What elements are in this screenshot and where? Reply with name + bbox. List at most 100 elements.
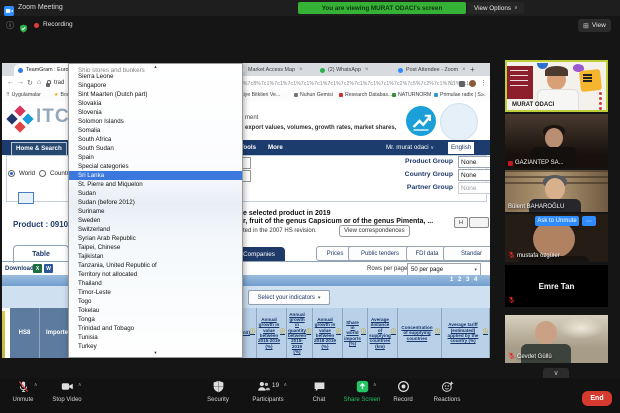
hs-nomenclature-button-2[interactable] — [469, 217, 489, 228]
table-header-cell[interactable]: Average distance of supplying countries … — [368, 308, 398, 358]
toolbar-stop-video-button[interactable]: ∧Stop Video — [44, 381, 90, 403]
link-button-public-tenders[interactable]: Public tenders — [348, 246, 412, 261]
country-option[interactable]: Tanzania, United Republic of — [69, 261, 242, 270]
participant-tile[interactable]: Ask to Unmute⋯mustafa özgüler — [505, 214, 608, 262]
participant-tile[interactable]: GAZIANTEP SA... — [505, 114, 608, 168]
bookmark-item[interactable]: Research Databas... — [339, 92, 392, 98]
country-option[interactable]: Taipei, Chinese — [69, 243, 242, 252]
country-option[interactable]: Tokelau — [69, 306, 242, 315]
info-icon[interactable]: ⓘ — [361, 330, 366, 336]
info-icon[interactable]: ⓘ — [280, 330, 285, 336]
info-icon[interactable]: ⓘ — [483, 330, 488, 336]
country-option[interactable]: Somalia — [69, 126, 242, 135]
info-icon[interactable]: ⓘ — [250, 330, 255, 336]
url-text[interactable]: trad — [54, 80, 64, 86]
more-options-button[interactable]: ⋯ — [582, 216, 596, 226]
bookmark-star-icon[interactable]: ☆ — [448, 79, 454, 87]
toolbar-participants-button[interactable]: 19∧Participants — [245, 381, 291, 403]
table-header-cell[interactable]: HS8 — [10, 308, 40, 358]
browser-menu-icon[interactable]: ⋮ — [480, 79, 487, 87]
table-header-cell[interactable]: Concentration of supplying countries ⓘ — [398, 308, 442, 358]
table-header-cell[interactable]: Annual growth in value between 2018-2019… — [313, 308, 343, 358]
forward-icon[interactable]: → — [17, 79, 24, 86]
encryption-shield-icon[interactable] — [19, 20, 28, 29]
toolbar-security-button[interactable]: Security — [195, 381, 241, 403]
link-button-standar[interactable]: Standar — [443, 246, 490, 261]
country-option[interactable]: Solomon Islands — [69, 117, 242, 126]
bookmark-item[interactable]: ⠿Uygulamalar — [6, 92, 41, 98]
country-option[interactable]: Singapore — [69, 81, 242, 90]
table-header-cell[interactable]: Annual growth in quantity between 2015-2… — [287, 308, 313, 358]
country-option[interactable]: Syrian Arab Republic — [69, 234, 242, 243]
bookmark-item[interactable]: Primulae radix | S... — [434, 92, 485, 98]
tab-close-icon[interactable]: × — [365, 67, 369, 73]
country-option[interactable]: Spain — [69, 153, 242, 162]
hs-nomenclature-button[interactable]: H — [454, 217, 468, 228]
browser-tab[interactable]: Market Access Map× — [236, 64, 320, 76]
info-icon[interactable]: ⓘ — [336, 330, 341, 336]
nav-user-menu[interactable]: Mr. murat odaci ∨ — [386, 144, 434, 151]
tab-close-icon[interactable]: × — [299, 67, 303, 73]
country-option[interactable]: Tonga — [69, 315, 242, 324]
home-icon[interactable]: ⌂ — [37, 79, 41, 86]
table-header-cell[interactable]: Average tariff (estimated) applied by th… — [442, 308, 490, 358]
country-option[interactable]: Togo — [69, 297, 242, 306]
view-correspondences-button[interactable]: View correspondences — [339, 225, 410, 237]
participant-tile[interactable]: Emre Tan — [505, 265, 608, 307]
profile-avatar[interactable] — [469, 80, 476, 87]
country-option[interactable]: Tajikistan — [69, 252, 242, 261]
bookmark-item[interactable]: NATURNORM — [392, 92, 431, 98]
country-option[interactable]: South Africa — [69, 135, 242, 144]
form-group-input[interactable]: None — [458, 169, 490, 181]
browser-tab[interactable]: (2) WhatsApp× — [316, 64, 398, 76]
toolbar-record-button[interactable]: Record — [380, 381, 426, 403]
word-download-icon[interactable]: W — [44, 264, 53, 273]
scroll-up-icon[interactable]: ▲ — [69, 64, 242, 70]
nav-more[interactable]: More — [268, 144, 283, 151]
country-option[interactable]: Sint Maarten (Dutch part) — [69, 90, 242, 99]
back-icon[interactable]: ← — [7, 79, 14, 86]
toolbar-unmute-button[interactable]: ∧Unmute — [0, 381, 46, 403]
info-icon[interactable]: ⓘ — [6, 20, 14, 31]
country-option[interactable]: Timor-Leste — [69, 288, 242, 297]
info-icon[interactable]: ⓘ — [306, 330, 311, 336]
world-radio[interactable] — [8, 170, 15, 177]
country-option[interactable]: Suriname — [69, 207, 242, 216]
participant-tile[interactable]: MURAT ODACI — [505, 60, 608, 112]
info-icon[interactable]: ⓘ — [391, 330, 396, 336]
bookmark-item[interactable]: » — [481, 92, 484, 98]
nav-home-search[interactable]: Home & Search — [11, 142, 67, 156]
country-radio[interactable] — [39, 170, 46, 177]
toolbar-reactions-button[interactable]: Reactions — [424, 381, 470, 403]
country-option[interactable]: Tunisia — [69, 333, 242, 342]
info-icon[interactable]: ⓘ — [435, 330, 440, 336]
tab-close-icon[interactable]: × — [462, 67, 466, 73]
end-meeting-button[interactable]: End — [582, 391, 612, 406]
bookmark-item[interactable]: Nuhun Gemisi — [294, 92, 333, 98]
pagination[interactable]: 1 2 3 4 — [450, 277, 479, 283]
participant-tile[interactable]: Cevdet Güllü — [505, 315, 608, 363]
form-group-input[interactable]: None — [458, 156, 490, 168]
form-widget-icon[interactable] — [18, 192, 34, 204]
chevron-up-icon[interactable]: ∧ — [34, 382, 38, 388]
link-button-fdi-data[interactable]: FDI data — [406, 246, 448, 261]
extensions-icon[interactable] — [459, 81, 465, 87]
scroll-down-icon[interactable]: ▼ — [69, 350, 242, 356]
reload-icon[interactable]: ↻ — [27, 79, 33, 87]
toolbar-share-screen-button[interactable]: ∧Share Screen — [339, 381, 385, 403]
toolbar-chat-button[interactable]: Chat — [296, 381, 342, 403]
view-options-button[interactable]: View Options ∨ — [468, 2, 524, 14]
country-option[interactable]: Slovenia — [69, 108, 242, 117]
ask-to-unmute-button[interactable]: Ask to Unmute — [535, 216, 579, 226]
country-option[interactable]: Special categories — [69, 162, 242, 171]
country-option[interactable]: Sweden — [69, 216, 242, 225]
table-header-cell[interactable]: Share in world imports (%) ⓘ — [343, 308, 368, 358]
chevron-up-icon[interactable]: ∧ — [373, 382, 377, 388]
country-option[interactable]: Sudan — [69, 189, 242, 198]
browser-tab[interactable]: Post Attendee - Zoom× — [394, 64, 472, 76]
country-option[interactable]: Territory not allocated — [69, 270, 242, 279]
country-option[interactable]: Trinidad and Tobago — [69, 324, 242, 333]
select-indicators-button[interactable]: Select your indicators ▾ — [248, 290, 330, 305]
gallery-view-button[interactable]: ⊞ View — [578, 19, 611, 32]
country-option[interactable]: Thailand — [69, 279, 242, 288]
